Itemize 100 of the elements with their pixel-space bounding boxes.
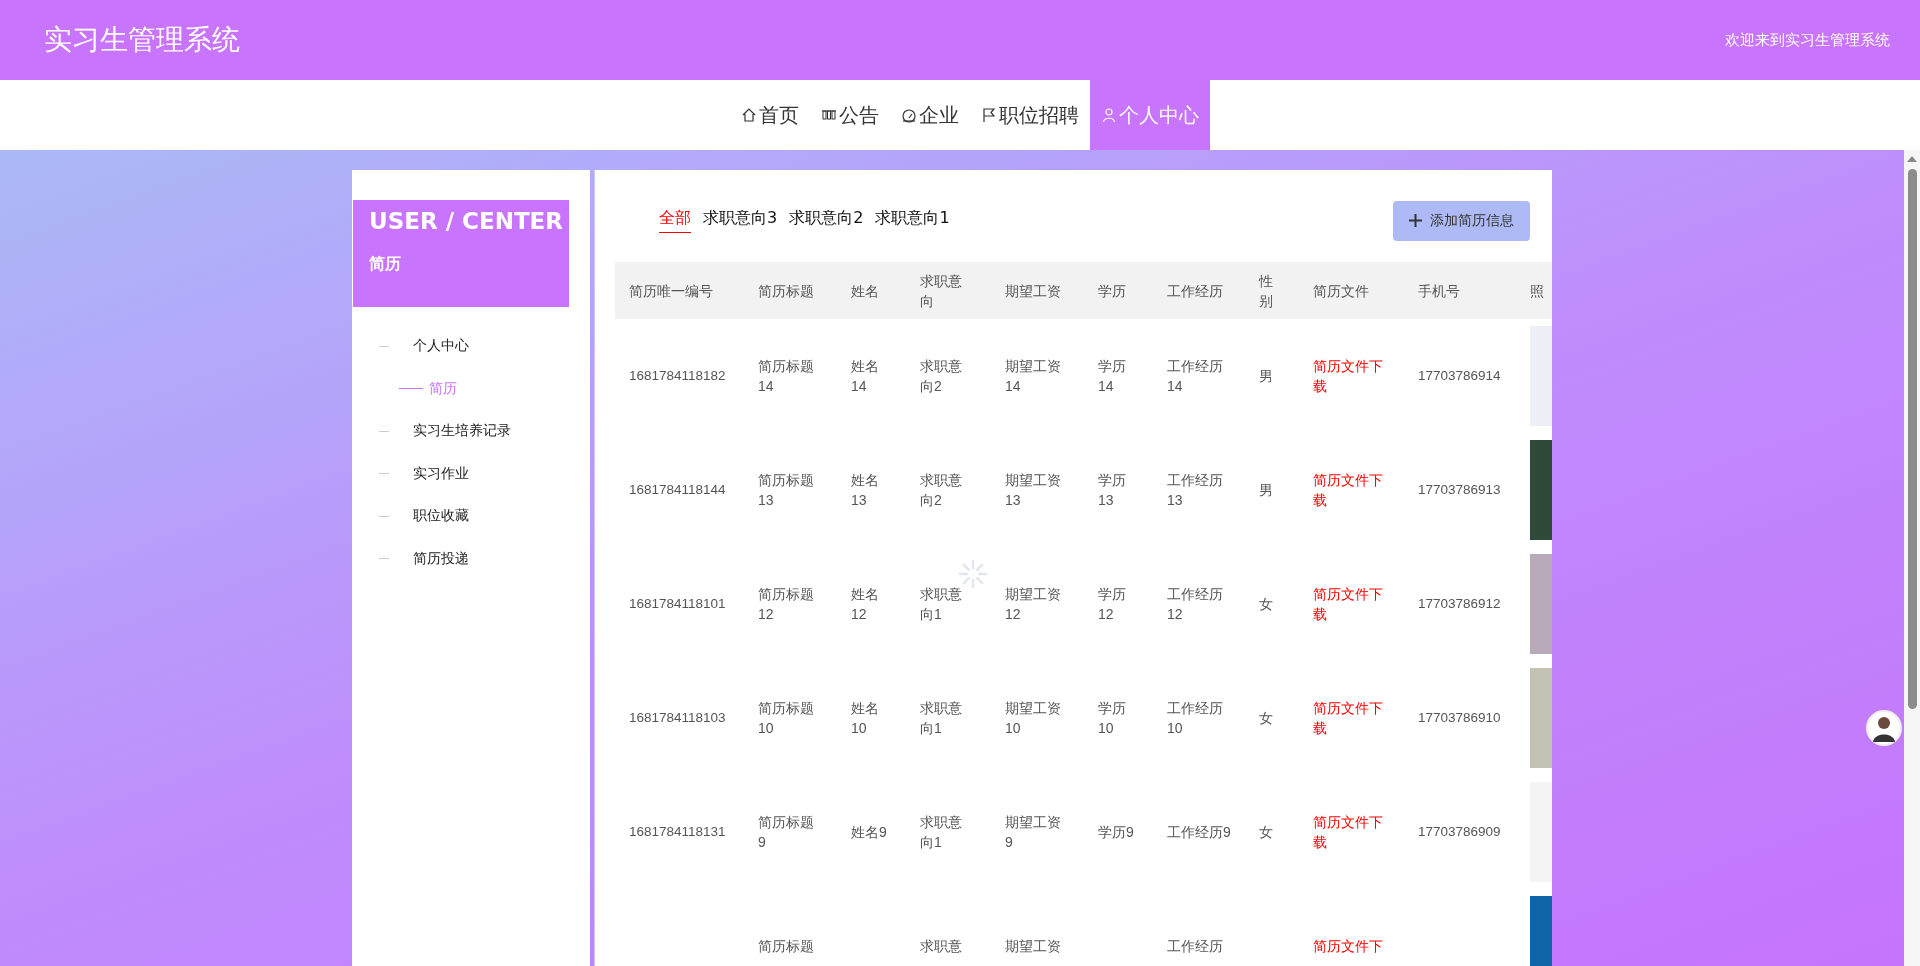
dash-icon <box>379 473 389 475</box>
sidebar-item[interactable]: 简历投递 <box>413 549 469 568</box>
table-cell-text: 男 <box>1259 481 1273 500</box>
table-cell-text: 工作经历10 <box>1167 699 1224 738</box>
table-cell-text: 期望工资9 <box>1005 813 1062 852</box>
column-header: 期望工资 <box>991 262 1084 319</box>
table-cell-text: 姓名13 <box>851 471 880 510</box>
nav-tab[interactable]: 企业 <box>890 80 970 150</box>
table-cell-text: 简历标题 <box>758 937 814 956</box>
flag-icon <box>981 107 997 123</box>
download-link[interactable]: 简历文件下载 <box>1313 584 1390 624</box>
user-icon <box>1101 107 1117 123</box>
table-cell-text: 求职意向1 <box>920 585 963 624</box>
dash-icon <box>379 345 389 347</box>
plus-icon <box>1409 214 1422 227</box>
table-cell-text: 求职意向1 <box>920 699 963 738</box>
dash-icon <box>399 388 423 390</box>
table-cell-text: 1681784118182 <box>629 367 726 385</box>
table-cell-text: 学历12 <box>1098 585 1127 624</box>
section-heading: USER / CENTER <box>369 208 565 234</box>
column-header: 求职意向 <box>906 262 991 319</box>
table-cell-text: 工作经历 <box>1167 937 1223 956</box>
scroll-up-icon <box>1907 155 1917 163</box>
column-header: 简历文件 <box>1299 262 1404 319</box>
table-cell-text: 简历标题13 <box>758 471 815 510</box>
add-resume-button[interactable]: 添加简历信息 <box>1393 200 1530 241</box>
table-cell-text: 1681784118103 <box>629 709 726 727</box>
table-cell-text: 学历10 <box>1098 699 1127 738</box>
table-cell-text: 17703786913 <box>1418 481 1501 499</box>
scrollbar-thumb[interactable] <box>1907 169 1917 709</box>
nav-tab[interactable]: 公告 <box>810 80 890 150</box>
table-cell-text: 学历13 <box>1098 471 1127 510</box>
filter-tab[interactable]: 求职意向3 <box>703 208 778 233</box>
table-cell-text: 求职意 <box>920 937 962 956</box>
column-header: 手机号 <box>1404 262 1516 319</box>
table-cell-text: 简历标题9 <box>758 813 815 852</box>
column-header: 照 <box>1516 262 1552 319</box>
table-cell-text: 姓名12 <box>851 585 880 624</box>
loading-spinner-icon <box>958 559 988 589</box>
download-link[interactable]: 简历文件下载 <box>1313 812 1390 852</box>
table-cell-text: 简历标题10 <box>758 699 815 738</box>
scrollbar[interactable] <box>1904 150 1920 966</box>
table-cell-text: 简历标题14 <box>758 357 815 396</box>
table-cell-text: 学历14 <box>1098 357 1127 396</box>
sidebar-item[interactable]: 职位收藏 <box>413 507 469 526</box>
table-cell-text: 求职意向2 <box>920 357 963 396</box>
column-header: 简历唯一编号 <box>615 262 744 319</box>
columns-icon <box>821 107 837 123</box>
section-subheading: 简历 <box>369 254 402 275</box>
download-link[interactable]: 简历文件下载 <box>1313 470 1390 510</box>
filter-tab[interactable]: 求职意向1 <box>875 208 950 233</box>
column-header: 姓名 <box>837 262 906 319</box>
table-cell-text: 简历标题12 <box>758 585 815 624</box>
sidebar-item[interactable]: 个人中心 <box>413 337 469 356</box>
download-link[interactable]: 简历文件下载 <box>1313 698 1390 738</box>
table-cell-text: 期望工资 <box>1005 937 1061 956</box>
table-cell-text: 女 <box>1259 595 1273 614</box>
filter-tab[interactable]: 全部 <box>659 208 691 233</box>
table-cell-text: 姓名14 <box>851 357 880 396</box>
table-cell-text: 17703786912 <box>1418 595 1501 613</box>
nav-tab[interactable]: 首页 <box>730 80 810 150</box>
download-link[interactable]: 简历文件下载 <box>1313 356 1390 396</box>
dash-icon <box>379 515 389 517</box>
table-cell-text: 17703786910 <box>1418 709 1501 727</box>
table-cell-text: 17703786909 <box>1418 823 1501 841</box>
download-link[interactable]: 简历文件下 <box>1313 936 1383 956</box>
nav-tab[interactable]: 职位招聘 <box>970 80 1090 150</box>
sidebar-item[interactable]: 实习生培养记录 <box>413 422 511 441</box>
table-cell-text: 期望工资14 <box>1005 357 1062 396</box>
dash-icon <box>379 558 389 560</box>
table-cell-text: 姓名9 <box>851 823 887 842</box>
table-cell-text: 工作经历12 <box>1167 585 1224 624</box>
table-cell-text: 女 <box>1259 709 1273 728</box>
table-cell-text: 1681784118144 <box>629 481 726 499</box>
table-cell-text: 工作经历14 <box>1167 357 1224 396</box>
table-cell-text: 求职意向1 <box>920 813 963 852</box>
table-cell-text: 学历9 <box>1098 823 1134 842</box>
home-icon <box>741 107 757 123</box>
welcome-text: 欢迎来到实习生管理系统 <box>1725 30 1890 50</box>
table-cell-text: 工作经历13 <box>1167 471 1224 510</box>
site-title: 实习生管理系统 <box>44 22 240 58</box>
table-cell-text: 1681784118101 <box>629 595 726 613</box>
filter-tab[interactable]: 求职意向2 <box>789 208 864 233</box>
column-header: 学历 <box>1084 262 1153 319</box>
table-cell-text: 工作经历9 <box>1167 823 1231 842</box>
table-cell-text: 期望工资10 <box>1005 699 1062 738</box>
gauge-icon <box>901 107 917 123</box>
table-cell-text: 1681784118131 <box>629 823 726 841</box>
column-header: 工作经历 <box>1153 262 1245 319</box>
table-cell-text: 求职意向2 <box>920 471 963 510</box>
table-cell-text: 男 <box>1259 367 1273 386</box>
column-header: 性别 <box>1245 262 1299 319</box>
table-cell-text: 期望工资12 <box>1005 585 1062 624</box>
table-cell-text: 女 <box>1259 823 1273 842</box>
table-cell-text: 17703786914 <box>1418 367 1501 385</box>
column-header: 简历标题 <box>744 262 837 319</box>
dash-icon <box>379 430 389 432</box>
sidebar-item[interactable]: 实习作业 <box>413 464 469 483</box>
table-cell-text: 姓名10 <box>851 699 880 738</box>
table-cell-text: 期望工资13 <box>1005 471 1062 510</box>
